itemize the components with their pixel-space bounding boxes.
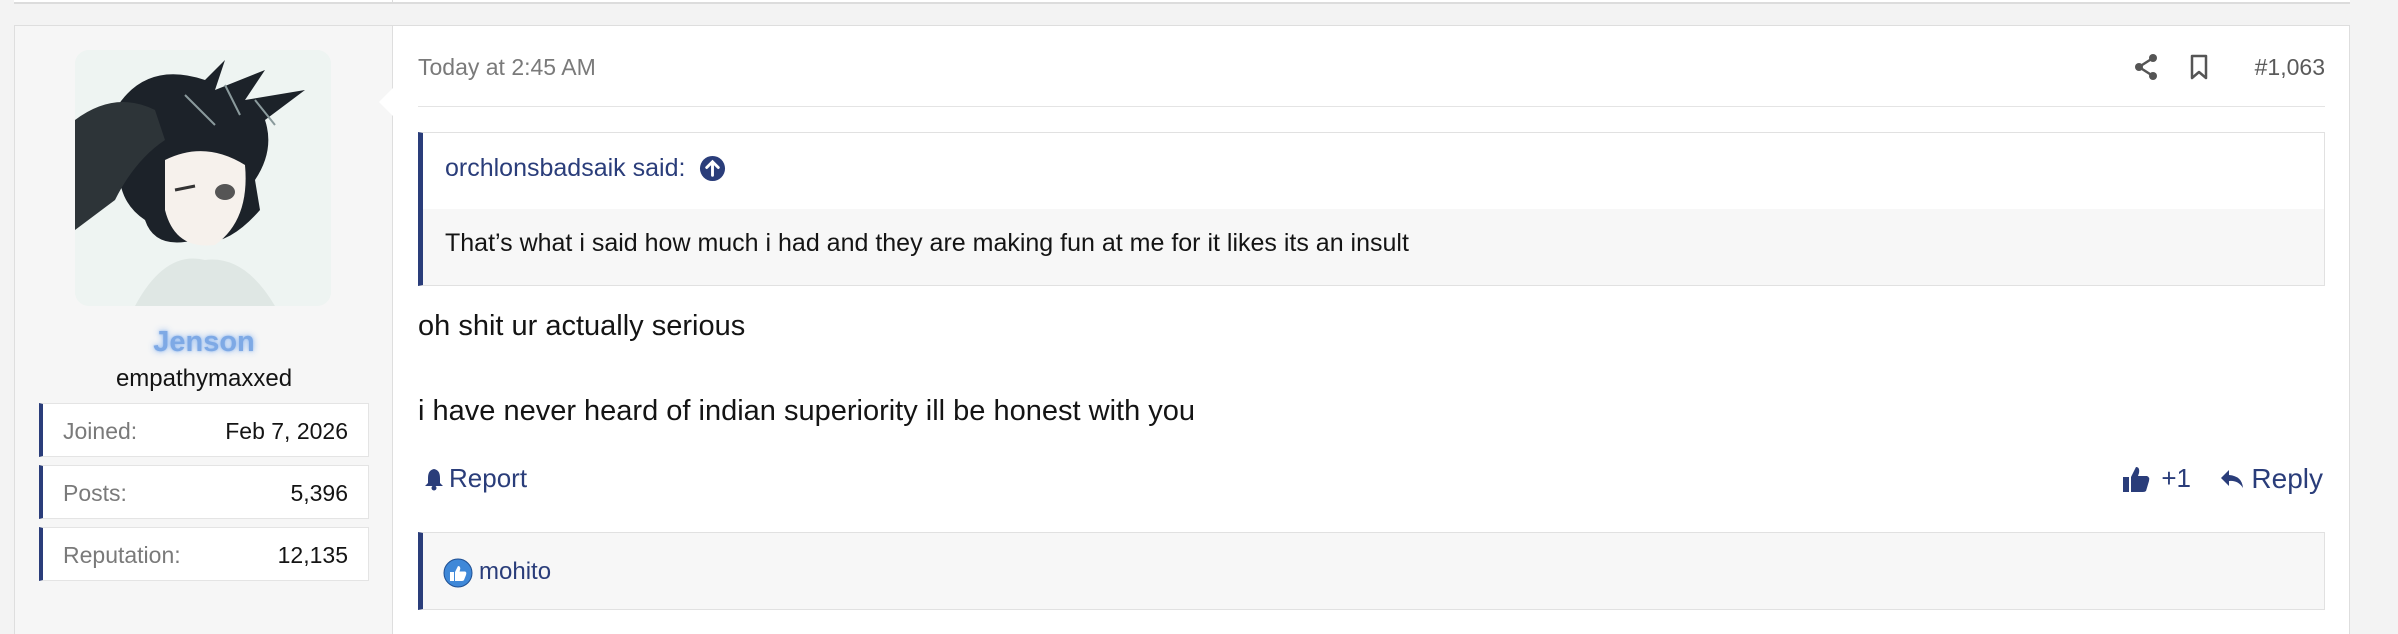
quote-block: orchlonsbadsaik said: That’s what i said… (418, 132, 2325, 286)
stat-label: Posts: (63, 480, 127, 506)
avatar-image (75, 50, 331, 306)
user-title: empathymaxxed (115, 365, 293, 392)
arrow-up-circle-icon[interactable] (699, 155, 726, 182)
quote-content: That’s what i said how much i had and th… (423, 209, 2324, 285)
like-button[interactable]: +1 (2121, 463, 2191, 494)
reactions-bar: mohito (418, 532, 2325, 610)
stat-label: Reputation: (63, 542, 181, 568)
username[interactable]: Jenson (15, 326, 393, 359)
divider (418, 106, 2325, 107)
stat-value: Feb 7, 2026 (225, 418, 348, 444)
stat-value: 5,396 (290, 480, 348, 506)
message-panel: Today at 2:45 AM #1,063 orchlonsbadsaik … (393, 26, 2349, 634)
reply-button[interactable]: Reply (2219, 463, 2323, 495)
reply-icon (2221, 470, 2244, 488)
forum-post: Jenson empathymaxxed Joined: Feb 7, 2026… (14, 25, 2350, 634)
stat-posts: Posts: 5,396 (39, 465, 369, 519)
stat-label: Joined: (63, 418, 138, 444)
message-line: oh shit ur actually serious (418, 310, 746, 342)
user-info-panel: Jenson empathymaxxed Joined: Feb 7, 2026… (15, 26, 393, 634)
bookmark-icon[interactable] (2187, 52, 2211, 82)
reaction-users[interactable]: mohito (479, 558, 551, 586)
message-line: i have never heard of indian superiority… (418, 395, 1196, 427)
quote-text: That’s what i said how much i had and th… (445, 229, 1409, 257)
stat-joined: Joined: Feb 7, 2026 (39, 403, 369, 457)
like-count: +1 (2161, 463, 2191, 493)
share-icon[interactable] (2133, 52, 2159, 82)
previous-post-edge (14, 0, 2350, 4)
avatar[interactable] (75, 50, 331, 306)
report-label: Report (449, 463, 528, 493)
bell-icon (425, 468, 443, 490)
post-number[interactable]: #1,063 (2255, 54, 2325, 81)
stat-reputation: Reputation: 12,135 (39, 527, 369, 581)
reply-label: Reply (2251, 463, 2323, 494)
like-reaction-icon (443, 558, 473, 588)
report-button[interactable]: Report (423, 463, 527, 494)
thumbs-up-icon (2123, 466, 2150, 492)
quote-author[interactable]: orchlonsbadsaik said: (445, 154, 685, 183)
stat-value: 12,135 (277, 542, 348, 568)
post-date[interactable]: Today at 2:45 AM (418, 54, 596, 81)
